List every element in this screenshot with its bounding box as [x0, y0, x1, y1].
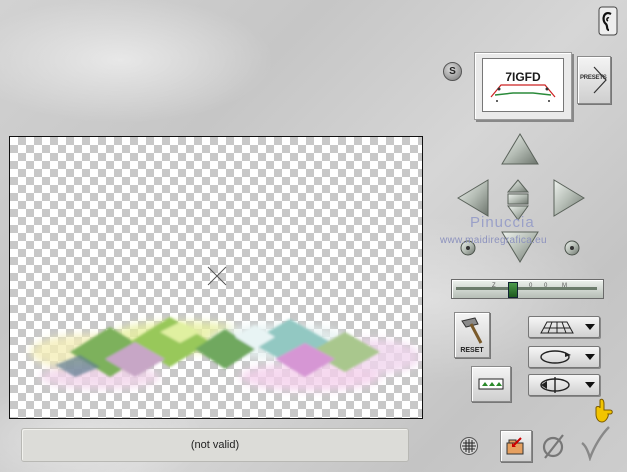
preview-canvas[interactable]	[9, 136, 423, 419]
slider-handle[interactable]	[508, 282, 519, 298]
tile-mode-button[interactable]	[471, 366, 511, 402]
reset-button[interactable]: RESET	[454, 312, 490, 358]
cancel-button[interactable]	[541, 432, 567, 460]
ok-button[interactable]	[579, 425, 611, 462]
hammer-icon	[461, 317, 479, 328]
perspective-grid-icon	[540, 321, 574, 334]
grid-toggle-button[interactable]	[460, 437, 478, 455]
rotate-ring-icon	[540, 350, 570, 364]
move-right-arrow[interactable]	[553, 179, 585, 217]
rotation-dropdown[interactable]	[528, 346, 600, 368]
cancel-icon	[542, 434, 564, 459]
open-preset-button[interactable]	[500, 430, 532, 462]
settings-s-button[interactable]: S	[443, 62, 462, 81]
zoom-slider[interactable]: Z 0 0 M	[451, 279, 604, 299]
thumbnail-logo-text: 7IGFD	[505, 70, 541, 84]
perspective-dropdown[interactable]	[528, 316, 600, 338]
tile-icon	[482, 382, 502, 386]
help-ear-icon[interactable]	[598, 6, 618, 36]
slider-tick-o1: 0	[529, 283, 533, 289]
slider-tick-z: Z	[492, 283, 496, 289]
presets-button[interactable]: PRESETS	[577, 56, 611, 104]
move-up-arrow[interactable]	[501, 133, 539, 165]
checkmark-icon	[581, 426, 610, 462]
slider-tick-o2: 0	[544, 283, 548, 289]
hand-pointer-icon	[592, 398, 614, 424]
status-bar: (not valid)	[21, 428, 409, 462]
chevron-down-icon	[585, 382, 595, 388]
reset-label: RESET	[460, 347, 484, 354]
folder-open-icon	[506, 437, 524, 455]
chevron-down-icon	[585, 324, 595, 330]
watermark-title: Pinuccia	[470, 214, 535, 231]
chevron-down-icon	[585, 354, 595, 360]
slider-tick-m: M	[562, 283, 567, 289]
filter-dialog: S 7IGFD PRESETS (not valid) Pinuccia www…	[0, 0, 627, 472]
navigator-thumbnail[interactable]: 7IGFD	[474, 52, 572, 120]
slider-track	[456, 287, 597, 290]
thumbnail-image: 7IGFD	[482, 58, 564, 112]
center-up-arrow[interactable]	[506, 179, 530, 193]
watermark-url: www.maidiregrafica.eu	[440, 235, 547, 246]
move-left-arrow[interactable]	[457, 179, 489, 217]
flip-dropdown[interactable]	[528, 374, 600, 396]
s-button-label: S	[449, 66, 456, 77]
status-text: (not valid)	[190, 439, 240, 451]
direction-pad	[452, 132, 592, 272]
